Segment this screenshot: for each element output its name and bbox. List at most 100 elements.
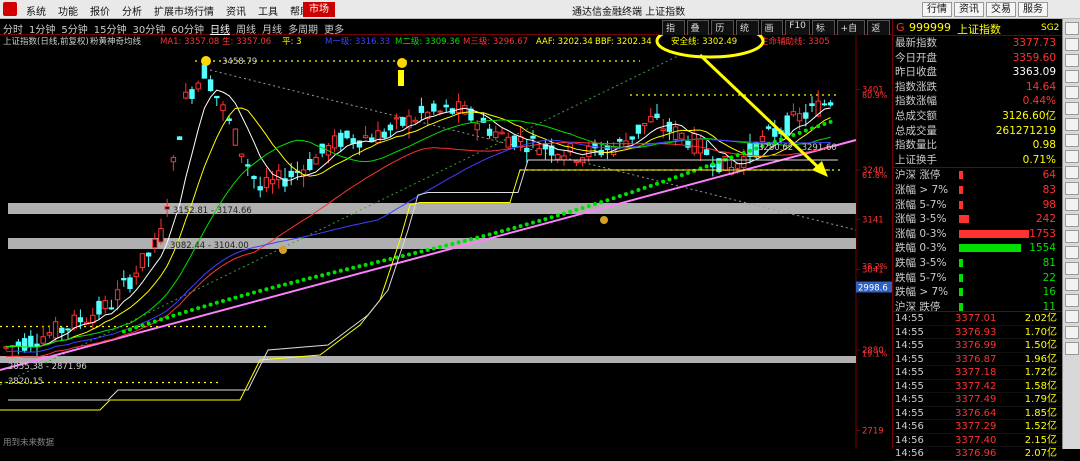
- tab-period-10[interactable]: 更多: [324, 21, 344, 36]
- life-line-dot: [456, 240, 461, 245]
- breadth-row: 涨幅 > 7% 83: [893, 183, 1062, 198]
- macd-icon[interactable]: [1065, 198, 1079, 211]
- tab-period-2[interactable]: 5分钟: [61, 21, 87, 36]
- menu-item-2[interactable]: 报价: [84, 3, 116, 18]
- life-line-dot: [357, 264, 362, 269]
- candle: [803, 112, 809, 119]
- tab-period-5[interactable]: 60分钟: [171, 21, 204, 36]
- quote-stats: 最新指数 3377.73 今日开盘 3359.60 昨日收盘 3363.09 指数涨跌 14.…: [893, 36, 1062, 167]
- market-button[interactable]: 市场: [303, 2, 335, 17]
- tick-volume: 1.50亿: [1024, 340, 1057, 351]
- period-tabs: 分时 1分钟 5分钟 15分钟 30分钟 60分钟 日线 周线 月线 多周期 更多: [3, 21, 350, 36]
- legend-ma6: M三级: 3296.67: [463, 36, 528, 47]
- life-line-dot: [704, 164, 709, 169]
- tick-volume: 1.96亿: [1024, 353, 1057, 365]
- plus-icon[interactable]: [1065, 326, 1079, 339]
- breadth-label: 涨幅 5-7%: [895, 198, 947, 211]
- life-line-dot: [735, 153, 740, 158]
- top-button-1[interactable]: 资讯: [954, 2, 984, 17]
- candle: [127, 277, 133, 290]
- candle: [214, 95, 220, 99]
- tab-period-4[interactable]: 30分钟: [132, 21, 165, 36]
- info-icon[interactable]: [1065, 118, 1079, 131]
- f10-icon[interactable]: [1065, 86, 1079, 99]
- legend-ma4: M一级: 3316.33: [325, 36, 390, 47]
- candle: [139, 253, 146, 269]
- kline-chart[interactable]: 上证指数(日线,前复权) 粉黄神奇均线 MA1: 3357.08 生: 3357.06…: [0, 35, 892, 449]
- tab-period-7[interactable]: 周线: [236, 21, 256, 36]
- candle: [375, 130, 381, 144]
- menu-item-0[interactable]: 系统: [20, 3, 52, 18]
- breadth-label: 涨幅 3-5%: [895, 213, 947, 226]
- tool-icon[interactable]: [1065, 278, 1079, 291]
- life-line-dot: [518, 224, 523, 229]
- rsi-icon[interactable]: [1065, 230, 1079, 243]
- zoom-icon[interactable]: [1065, 310, 1079, 323]
- kdj-icon[interactable]: [1065, 214, 1079, 227]
- life-line-dot: [301, 277, 306, 282]
- stat-label: 上证换手: [895, 153, 937, 166]
- tab-period-1[interactable]: 1分钟: [29, 21, 55, 36]
- money-icon[interactable]: [1065, 134, 1079, 147]
- stat-label: 指数涨幅: [895, 95, 937, 108]
- top-button-3[interactable]: 服务: [1018, 2, 1048, 17]
- life-line-dot: [270, 285, 275, 290]
- candle: [474, 123, 480, 131]
- list-icon[interactable]: [1065, 70, 1079, 83]
- kline-icon[interactable]: [1065, 54, 1079, 67]
- tab-period-3[interactable]: 15分钟: [94, 21, 127, 36]
- grid-icon[interactable]: [1065, 22, 1079, 35]
- menu-item-4[interactable]: 扩展市场行情: [148, 3, 220, 18]
- life-line-dot: [407, 252, 411, 257]
- gear-icon[interactable]: [1065, 262, 1079, 275]
- tick-price: 3376.87: [955, 353, 997, 365]
- stat-value: 0.98: [1032, 139, 1056, 152]
- menu-item-6[interactable]: 工具: [252, 3, 284, 18]
- top-button-0[interactable]: 行情: [922, 2, 952, 17]
- life-line-dot: [227, 297, 232, 302]
- tab-period-9[interactable]: 多周期: [288, 21, 318, 36]
- tick-row: 14:55 3377.01 2.02亿: [893, 312, 1063, 326]
- stat-label: 昨日收盘: [895, 66, 937, 79]
- sort-icon[interactable]: [1065, 102, 1079, 115]
- tick-price: 3376.64: [955, 407, 997, 419]
- life-line-dot: [382, 258, 387, 263]
- menu-item-5[interactable]: 资讯: [220, 3, 252, 18]
- breadth-bar: [959, 185, 963, 194]
- candle: [170, 157, 177, 163]
- candle: [648, 115, 654, 123]
- legend-safe: 安全线: 3302.49: [671, 36, 737, 47]
- candle: [133, 272, 139, 278]
- candle: [759, 135, 766, 143]
- tab-period-8[interactable]: 月线: [262, 21, 282, 36]
- breadth-bar: [959, 288, 963, 297]
- life-line-dot: [134, 325, 139, 330]
- life-line-dot: [679, 173, 684, 178]
- current-price-text: 2998.6: [858, 284, 888, 294]
- menu-item-1[interactable]: 功能: [52, 3, 84, 18]
- menu-item-3[interactable]: 分析: [116, 3, 148, 18]
- life-line-dot: [791, 133, 796, 138]
- news-icon[interactable]: [1065, 166, 1079, 179]
- tick-list[interactable]: 14:55 3377.01 2.02亿 14:55 3376.93 1.70亿 14:55 3…: [893, 311, 1063, 461]
- vol-icon[interactable]: [1065, 182, 1079, 195]
- smile-icon: [201, 56, 211, 66]
- minute-icon[interactable]: [1065, 38, 1079, 51]
- legend-life: 生命辅助线: 3305: [760, 36, 830, 47]
- chart-icon[interactable]: [1065, 150, 1079, 163]
- life-line-dot: [140, 323, 145, 328]
- candle: [400, 117, 406, 126]
- top-button-2[interactable]: 交易: [986, 2, 1016, 17]
- candle: [46, 332, 53, 336]
- more-icon[interactable]: [1065, 246, 1079, 259]
- life-line-dot: [283, 282, 287, 287]
- life-line-dot: [810, 126, 814, 131]
- stat-row: 今日开盘 3359.60: [893, 51, 1062, 66]
- life-line-dot: [258, 288, 263, 293]
- tab-period-0[interactable]: 分时: [3, 21, 23, 36]
- hand-icon[interactable]: [1065, 294, 1079, 307]
- life-line-dot: [624, 192, 628, 197]
- smile-icon: [397, 58, 407, 68]
- tab-period-6[interactable]: 日线: [210, 21, 230, 36]
- minus-icon[interactable]: [1065, 342, 1079, 355]
